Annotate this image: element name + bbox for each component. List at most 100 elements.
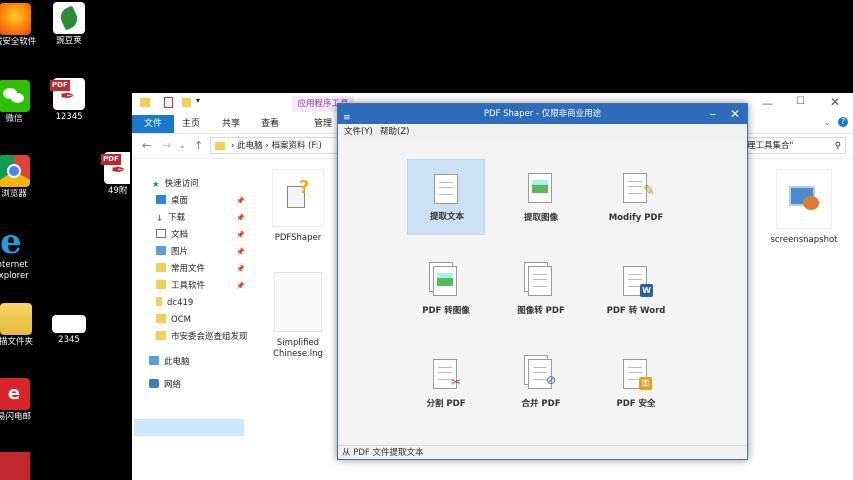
computer-icon bbox=[149, 356, 159, 365]
folder-icon bbox=[140, 98, 150, 107]
file-pdfshaper[interactable]: ? PDFShaper bbox=[263, 169, 333, 244]
up-arrow-icon[interactable]: ↑ bbox=[194, 139, 203, 152]
status-bar: 从 PDF 文件提取文本 bbox=[338, 445, 747, 459]
pin-icon[interactable]: 📌 bbox=[236, 197, 245, 205]
pin-icon[interactable]: 📌 bbox=[236, 265, 245, 273]
application-icon: ? bbox=[272, 169, 324, 227]
folder-icon bbox=[156, 280, 166, 289]
desktop-icon-wandoujia[interactable]: 豌豆荚 bbox=[36, 2, 102, 47]
pdf-shaper-titlebar: ≡ PDF Shaper - 仅限非商业用途 – ✕ bbox=[338, 104, 747, 124]
tools-grid: 提取文本 提取图像 ✎ Modify PDF PDF 转图像 图像转 PDF W… bbox=[341, 140, 744, 443]
file-simplified-chinese[interactable]: Simplified Chinese.lng bbox=[263, 272, 333, 360]
tool-extract-images[interactable]: 提取图像 bbox=[502, 159, 580, 235]
file-icon bbox=[274, 272, 322, 332]
nav-dc419[interactable]: dc419 bbox=[156, 295, 193, 312]
wandoujia-icon bbox=[53, 2, 85, 34]
nav-common-files[interactable]: 常用文件 bbox=[156, 261, 205, 278]
maximize-button[interactable]: ☐ bbox=[796, 96, 805, 107]
pictures-icon bbox=[156, 246, 166, 255]
desktop-icon-pdf-12345[interactable]: PDF ✒ 12345 bbox=[36, 78, 102, 123]
minimize-button[interactable]: – bbox=[702, 104, 724, 124]
menu-help[interactable]: 帮助(Z) bbox=[380, 124, 409, 140]
image-document-icon bbox=[528, 173, 552, 203]
minimize-button[interactable]: — bbox=[762, 97, 773, 110]
nav-selection-highlight bbox=[134, 419, 244, 436]
chevron-down-icon[interactable]: ⌄ bbox=[824, 118, 831, 127]
search-input[interactable]: 理工具集合" ⚲ bbox=[738, 137, 846, 154]
chevron-down-icon[interactable]: ▾ bbox=[196, 96, 200, 105]
menu-file[interactable]: 文件(Y) bbox=[344, 124, 373, 140]
desktop-icon-flashmail[interactable]: e 易闪电邮 bbox=[0, 378, 47, 423]
pin-icon[interactable]: 📌 bbox=[236, 231, 245, 239]
menu-bar: 文件(Y) 帮助(Z) bbox=[338, 124, 747, 140]
tool-modify-pdf[interactable]: ✎ Modify PDF bbox=[597, 159, 675, 235]
shield-icon bbox=[0, 3, 31, 35]
tab-file[interactable]: 文件 bbox=[132, 115, 174, 133]
folder-icon bbox=[156, 263, 166, 272]
browser-icon bbox=[0, 155, 30, 187]
desktop-icon bbox=[156, 195, 166, 204]
nav-desktop[interactable]: 桌面 bbox=[156, 193, 188, 210]
tool-extract-text[interactable]: 提取文本 bbox=[407, 159, 485, 235]
nav-quick-access[interactable]: ★ 快速访问 bbox=[152, 176, 199, 193]
folder-icon bbox=[0, 303, 32, 335]
nav-tools[interactable]: 工具软件 bbox=[156, 278, 205, 295]
text-document-icon bbox=[434, 174, 458, 204]
tab-home[interactable]: 主页 bbox=[172, 115, 210, 133]
nav-network[interactable]: 网络 bbox=[149, 377, 181, 394]
chevron-down-icon[interactable]: ⌄ bbox=[179, 141, 186, 150]
desktop-icon-ie[interactable]: e Internet Explorer bbox=[0, 222, 44, 282]
file-screensnapshot[interactable]: screensnapshot bbox=[766, 169, 842, 246]
close-button[interactable]: ✕ bbox=[724, 104, 746, 124]
desktop-icon-2345[interactable]: 2345 bbox=[36, 305, 102, 346]
tool-image-to-pdf[interactable]: 图像转 PDF bbox=[502, 252, 580, 328]
navigation-pane: ★ 快速访问 桌面 📌 ↓ 下载 📌 文档 📌 图片 📌 常用文件 📌 工具软件 📌… bbox=[132, 159, 250, 480]
new-folder-icon[interactable] bbox=[182, 98, 191, 107]
nav-this-pc[interactable]: 此电脑 bbox=[149, 354, 190, 371]
tool-pdf-to-word[interactable]: W PDF 转 Word bbox=[597, 252, 675, 328]
pdf-shaper-window: ≡ PDF Shaper - 仅限非商业用途 – ✕ 文件(Y) 帮助(Z) 提… bbox=[337, 103, 748, 460]
scissors-icon: ✂ bbox=[451, 375, 462, 389]
pin-icon[interactable]: 📌 bbox=[236, 214, 245, 222]
nav-ocm[interactable]: OCM bbox=[156, 312, 191, 329]
search-icon: ⚲ bbox=[834, 141, 841, 151]
nav-folder-inspection[interactable]: 市安委会巡查组发现 bbox=[156, 329, 250, 346]
tool-split-pdf[interactable]: ✂ 分割 PDF bbox=[407, 345, 485, 421]
pdf-file-icon: PDF ✒ bbox=[50, 78, 85, 110]
pdf-file-icon[interactable] bbox=[0, 452, 30, 480]
desktop-icon-browser[interactable]: 浏览器 bbox=[0, 155, 47, 200]
desktop-icon-pdf-49[interactable]: PDF ✒ 49附 bbox=[90, 152, 130, 197]
help-icon[interactable]: ? bbox=[838, 117, 848, 127]
breadcrumb-drive[interactable]: 档案资料 (F:) bbox=[271, 141, 321, 151]
internet-explorer-icon: e bbox=[0, 222, 22, 262]
wechat-icon bbox=[0, 80, 30, 112]
nav-documents[interactable]: 文档 bbox=[156, 227, 188, 244]
breadcrumb-this-pc[interactable]: 此电脑 bbox=[237, 141, 263, 151]
close-button[interactable]: ✕ bbox=[830, 95, 840, 109]
tool-merge-pdf[interactable]: ⊘ 合并 PDF bbox=[502, 345, 580, 421]
paperclip-icon: ⊘ bbox=[546, 373, 557, 387]
image-to-pdf-icon bbox=[528, 266, 552, 296]
star-icon: ★ bbox=[152, 180, 160, 190]
application-icon bbox=[776, 169, 832, 229]
nav-pictures[interactable]: 图片 bbox=[156, 244, 188, 261]
download-icon: ↓ bbox=[156, 214, 164, 224]
tool-pdf-security[interactable]: ⚿ PDF 安全 bbox=[597, 345, 675, 421]
nav-downloads[interactable]: ↓ 下载 bbox=[156, 210, 185, 227]
tab-share[interactable]: 共享 bbox=[212, 115, 250, 133]
pin-icon[interactable]: 📌 bbox=[236, 248, 245, 256]
window-title: PDF Shaper - 仅限非商业用途 bbox=[483, 109, 602, 119]
properties-icon[interactable] bbox=[164, 97, 173, 108]
tool-pdf-to-image[interactable]: PDF 转图像 bbox=[407, 252, 485, 328]
pdf-file-icon: PDF ✒ bbox=[101, 152, 130, 184]
flashmail-icon: e bbox=[0, 378, 30, 410]
tab-view[interactable]: 查看 bbox=[251, 115, 289, 133]
forward-arrow-icon[interactable]: → bbox=[162, 139, 171, 152]
folder-icon bbox=[215, 142, 225, 150]
folder-icon bbox=[156, 314, 166, 323]
folder-icon bbox=[156, 331, 166, 340]
back-arrow-icon[interactable]: ← bbox=[142, 139, 151, 152]
word-icon: W bbox=[640, 284, 653, 297]
document-icon bbox=[156, 229, 166, 238]
pin-icon[interactable]: 📌 bbox=[236, 282, 245, 290]
